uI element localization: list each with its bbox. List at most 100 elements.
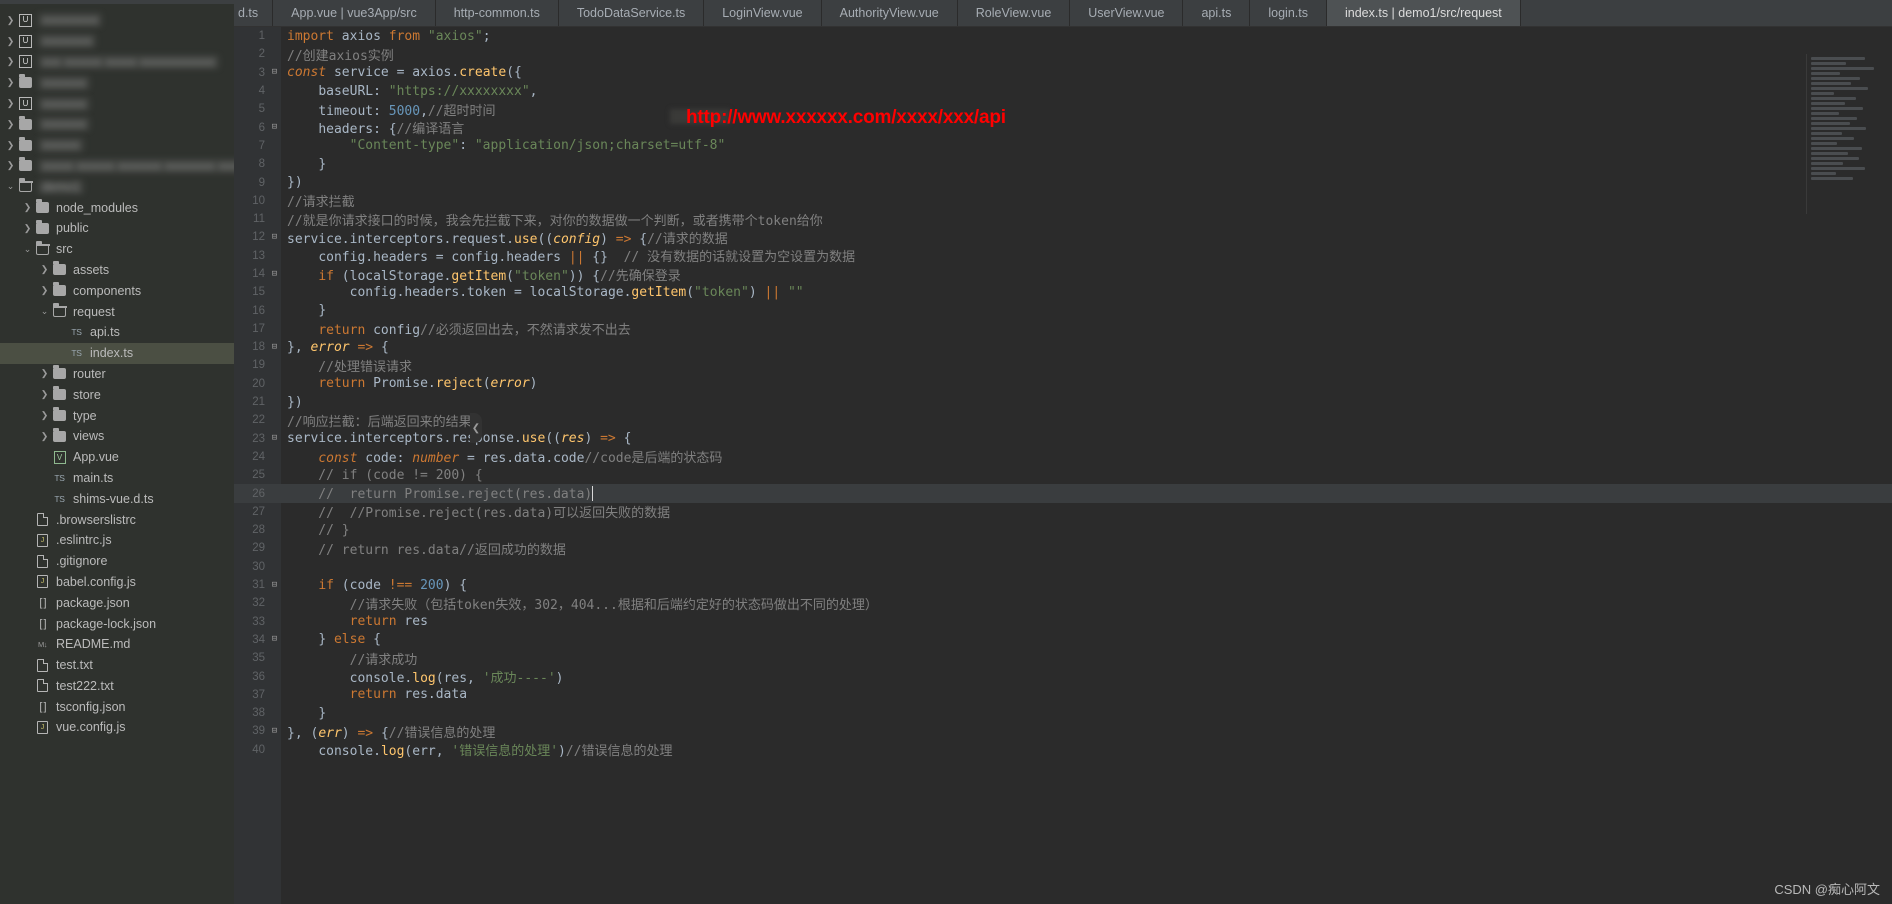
file-tree-item[interactable]: ❯ components: [0, 280, 234, 301]
code-text[interactable]: // }: [281, 523, 349, 538]
file-tree-item[interactable]: .gitignore: [0, 551, 234, 572]
code-text[interactable]: // //Promise.reject(res.data)可以返回失败的数据: [281, 502, 670, 521]
code-line[interactable]: 11 //就是你请求接口的时候，我会先拦截下来，对你的数据做一个判断，或者携带个t…: [234, 210, 1892, 229]
code-text[interactable]: }: [281, 706, 326, 721]
code-line[interactable]: 39 ⊟}, (err) => {//错误信息的处理: [234, 722, 1892, 741]
code-text[interactable]: baseURL: "https://xxxxxxxx",: [281, 84, 537, 99]
code-line[interactable]: 2 //创建axios实例: [234, 45, 1892, 64]
collapse-region-handle[interactable]: ❮: [470, 413, 482, 443]
chevron-right-icon[interactable]: ❯: [4, 15, 17, 25]
code-text[interactable]: headers: {//编译语言: [281, 118, 464, 137]
code-text[interactable]: }, (err) => {//错误信息的处理: [281, 722, 495, 741]
code-text[interactable]: "Content-type": "application/json;charse…: [281, 138, 726, 153]
code-line[interactable]: 34 ⊟ } else {: [234, 631, 1892, 649]
file-tree-item[interactable]: TS main.ts: [0, 468, 234, 489]
code-line[interactable]: 38 }: [234, 704, 1892, 722]
code-text[interactable]: config.headers.token = localStorage.getI…: [281, 285, 804, 300]
code-text[interactable]: import axios from "axios";: [281, 29, 491, 44]
editor-tab[interactable]: LoginView.vue: [704, 0, 822, 26]
code-line[interactable]: 31 ⊟ if (code !== 200) {: [234, 576, 1892, 594]
chevron-right-icon[interactable]: ❯: [4, 140, 17, 150]
editor-tab[interactable]: App.vue | vue3App/src: [273, 0, 436, 26]
code-line[interactable]: 33 return res: [234, 613, 1892, 631]
file-tree-item[interactable]: ❯ Uxxxxxxxxx: [0, 10, 234, 31]
file-tree-item[interactable]: ❯ assets: [0, 260, 234, 281]
code-line[interactable]: 30: [234, 558, 1892, 576]
chevron-right-icon[interactable]: ❯: [4, 57, 17, 66]
code-text[interactable]: //请求拦截: [281, 191, 355, 210]
chevron-down-icon[interactable]: ⌄: [4, 182, 17, 191]
chevron-down-icon[interactable]: ⌄: [21, 244, 34, 254]
editor-tab[interactable]: login.ts: [1250, 0, 1327, 26]
chevron-right-icon[interactable]: ❯: [4, 36, 17, 46]
file-tree-item[interactable]: ❯ node_modules: [0, 197, 234, 218]
code-editor[interactable]: 1 import axios from "axios"; 2//创建axios实例 3…: [234, 27, 1892, 904]
code-line[interactable]: 16 }: [234, 301, 1892, 319]
code-text[interactable]: } else {: [281, 632, 381, 647]
file-tree-item[interactable]: ⌄ src: [0, 239, 234, 260]
chevron-right-icon[interactable]: ❯: [21, 203, 34, 212]
file-tree-item[interactable]: ❯ router: [0, 364, 234, 385]
editor-tab[interactable]: http-common.ts: [435, 0, 559, 26]
file-tree-item[interactable]: M↓ README.md: [0, 634, 234, 655]
fold-toggle-icon[interactable]: ⊟: [268, 232, 281, 242]
fold-toggle-icon[interactable]: ⊟: [268, 269, 281, 279]
file-tree-item[interactable]: Jbabel.config.js: [0, 572, 234, 593]
code-text[interactable]: const code: number = res.data.code//code…: [281, 447, 722, 466]
fold-toggle-icon[interactable]: ⊟: [268, 342, 281, 352]
chevron-right-icon[interactable]: ❯: [21, 223, 34, 233]
file-tree-item[interactable]: .browserslistrc: [0, 509, 234, 530]
code-line[interactable]: 4 baseURL: "https://xxxxxxxx",: [234, 82, 1892, 100]
code-text[interactable]: //响应拦截：后端返回来的结果: [281, 411, 472, 430]
code-text[interactable]: }): [281, 175, 303, 190]
fold-toggle-icon[interactable]: ⊟: [268, 123, 281, 132]
code-text[interactable]: // return Promise.reject(res.data): [281, 485, 594, 502]
code-text[interactable]: }: [281, 157, 326, 172]
file-tree-item[interactable]: ⌄ request: [0, 301, 234, 322]
code-text[interactable]: console.log(err, '错误信息的处理')//错误信息的处理: [281, 740, 672, 759]
file-tree-item[interactable]: ❯ Uxxx xxxxxx xxxxx xxxxxxxxxxxx: [0, 52, 234, 73]
code-line[interactable]: 29 // return res.data//返回成功的数据: [234, 539, 1892, 558]
code-line[interactable]: 12 ⊟ service.interceptors.request.use((con…: [234, 228, 1892, 247]
code-line[interactable]: 14 ⊟ if (localStorage.getItem("token")) {…: [234, 265, 1892, 284]
file-tree-item[interactable]: ❯ store: [0, 384, 234, 405]
file-tree-item[interactable]: TS api.ts: [0, 322, 234, 343]
code-line[interactable]: 7 "Content-type": "application/json;char…: [234, 137, 1892, 155]
chevron-right-icon[interactable]: ❯: [4, 78, 17, 87]
tab-strip[interactable]: d.ts App.vue | vue3App/src http-common.ts T…: [234, 0, 1521, 26]
code-text[interactable]: //创建axios实例: [281, 45, 394, 64]
chevron-right-icon[interactable]: ❯: [38, 265, 51, 274]
code-text[interactable]: return Promise.reject(error): [281, 376, 537, 391]
chevron-right-icon[interactable]: ❯: [4, 119, 17, 129]
file-tree-item[interactable]: [ ] package-lock.json: [0, 613, 234, 634]
file-tree-item[interactable]: V App.vue: [0, 447, 234, 468]
code-text[interactable]: return res: [281, 614, 428, 629]
fold-toggle-icon[interactable]: ⊟: [268, 434, 281, 443]
code-line[interactable]: 26 // return Promise.reject(res.data): [234, 484, 1892, 503]
file-tree-item[interactable]: ❯ Uxxxxxxx: [0, 93, 234, 114]
chevron-right-icon[interactable]: ❯: [38, 286, 51, 295]
code-line[interactable]: 20 return Promise.reject(error): [234, 375, 1892, 393]
code-text[interactable]: service.interceptors.response.use((res) …: [281, 431, 631, 446]
code-line[interactable]: 9}): [234, 173, 1892, 191]
file-tree-item[interactable]: test222.txt: [0, 676, 234, 697]
code-text[interactable]: }): [281, 395, 303, 410]
code-line[interactable]: 32 //请求失败（包括token失效，302，404...根据和后端约定好的状…: [234, 594, 1892, 613]
file-tree-item[interactable]: ⌄ demo1: [0, 176, 234, 197]
fold-toggle-icon[interactable]: ⊟: [268, 635, 281, 644]
code-text[interactable]: if (localStorage.getItem("token")) {//先确…: [281, 265, 680, 284]
chevron-right-icon[interactable]: ❯: [38, 411, 51, 420]
fold-toggle-icon[interactable]: ⊟: [268, 580, 281, 590]
file-tree-item[interactable]: test.txt: [0, 655, 234, 676]
code-line[interactable]: 28 // }: [234, 521, 1892, 539]
sidebar-scrollbar[interactable]: [0, 0, 234, 4]
code-text[interactable]: // if (code != 200) {: [281, 468, 482, 483]
code-text[interactable]: const service = axios.create({: [281, 65, 522, 80]
editor-tab[interactable]: index.ts | demo1/src/request: [1326, 0, 1521, 26]
code-line[interactable]: 37 return res.data: [234, 686, 1892, 704]
file-tree-item[interactable]: ❯ xxxxxxx: [0, 114, 234, 135]
file-tree-item[interactable]: ❯ xxxxxx: [0, 135, 234, 156]
file-tree-item[interactable]: ❯ type: [0, 405, 234, 426]
code-line[interactable]: 40 console.log(err, '错误信息的处理')//错误信息的处理: [234, 740, 1892, 760]
fold-toggle-icon[interactable]: ⊟: [268, 68, 281, 77]
